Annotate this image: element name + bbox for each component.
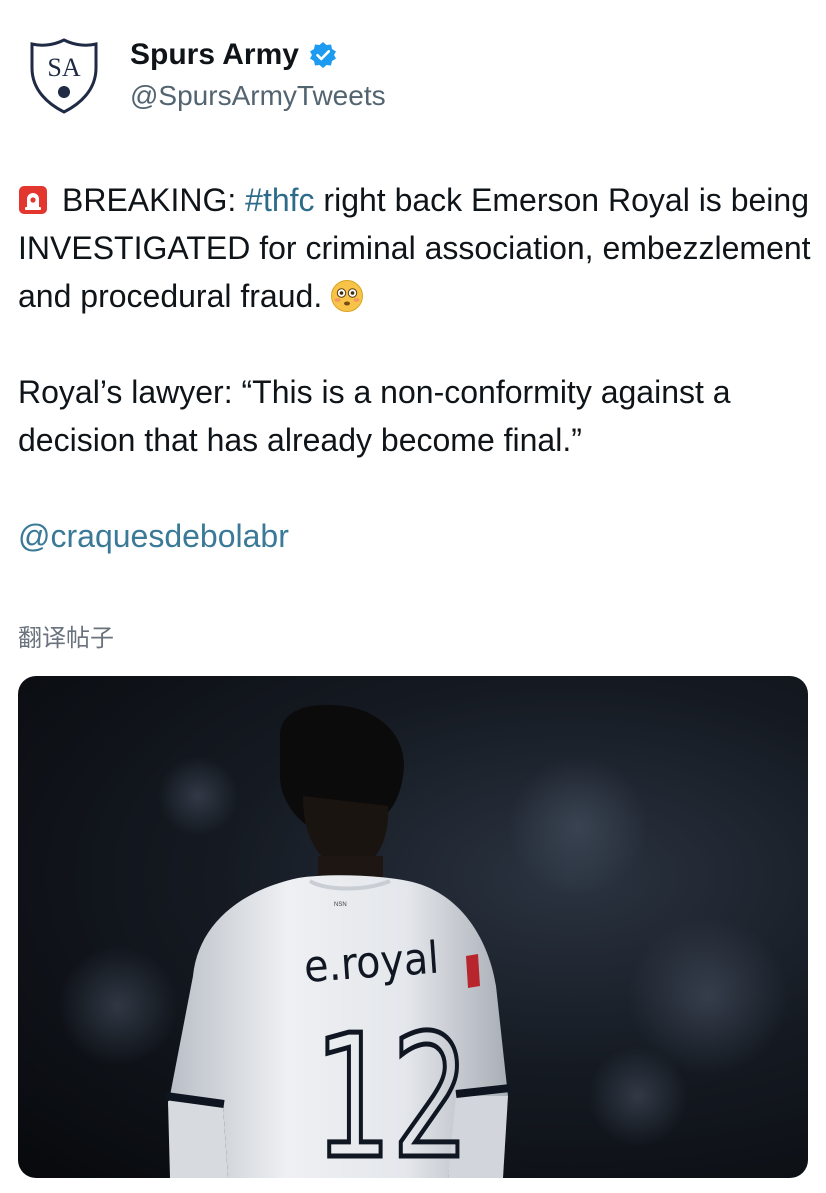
display-name-text[interactable]: Spurs Army: [130, 38, 299, 72]
flushed-face-icon: [330, 278, 364, 312]
jersey-number: 12: [314, 999, 470, 1178]
svg-text:SA: SA: [47, 53, 80, 82]
tweet-text: BREAKING: #thfc right back Emerson Royal…: [18, 176, 818, 560]
hashtag-link[interactable]: #thfc: [245, 182, 314, 218]
collar-text: NSN: [334, 902, 347, 908]
tweet-paragraph-2: Royal’s lawyer: “This is a non-conformit…: [18, 374, 731, 458]
translate-post-link[interactable]: 翻译帖子: [18, 618, 114, 653]
verified-badge-icon: [309, 41, 337, 69]
tweet-paragraph-1: BREAKING: #thfc right back Emerson Royal…: [18, 176, 818, 320]
avatar[interactable]: SA: [30, 38, 98, 114]
tweet-media-image[interactable]: NSN e.royal 12: [18, 676, 808, 1178]
display-name[interactable]: Spurs Army: [130, 38, 337, 72]
breaking-label: BREAKING:: [62, 182, 246, 218]
player-photo: NSN e.royal 12: [58, 704, 788, 1178]
siren-icon: [18, 180, 48, 214]
tweet-paragraph-3: @craquesdebolabr: [18, 512, 818, 560]
user-handle[interactable]: @SpursArmyTweets: [130, 80, 386, 112]
spurs-army-shield-icon: SA: [30, 38, 98, 114]
mention-link[interactable]: @craquesdebolabr: [18, 518, 289, 554]
jersey-name: e.royal: [302, 933, 440, 993]
